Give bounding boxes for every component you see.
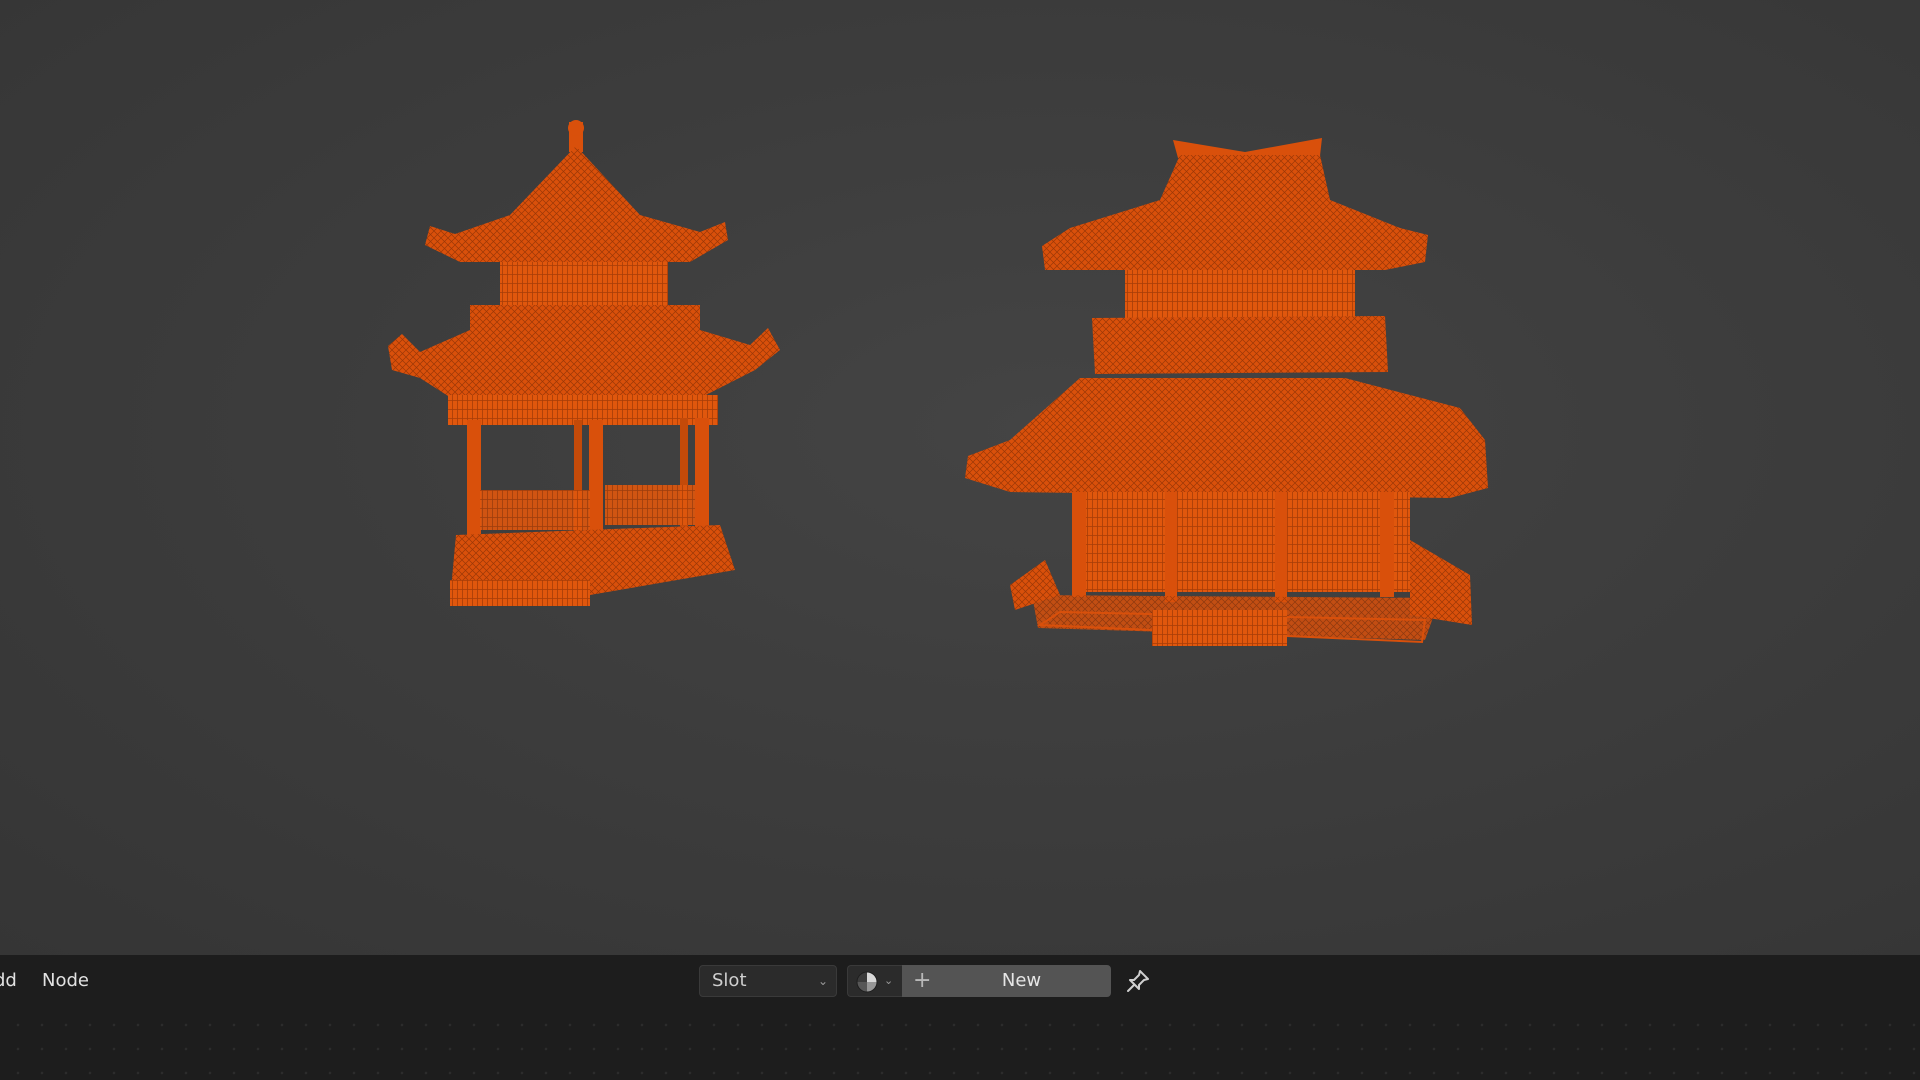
material-sphere-icon xyxy=(856,971,878,993)
node-editor-canvas[interactable] xyxy=(0,1007,1920,1080)
new-material-label: New xyxy=(1001,970,1042,991)
material-browse-button[interactable]: ⌄ xyxy=(847,965,902,997)
slot-dropdown-value: Slot xyxy=(712,970,747,991)
viewport-scene xyxy=(388,120,1488,646)
menu-node[interactable]: Node xyxy=(42,955,89,1007)
pin-icon[interactable] xyxy=(1124,967,1152,995)
chevron-down-icon: ⌄ xyxy=(884,974,894,987)
chevron-down-icon: ⌄ xyxy=(817,974,828,988)
node-editor-header: Add Node Slot ⌄ ⌄ + New xyxy=(0,955,1920,1007)
3d-viewport[interactable] xyxy=(0,0,1920,955)
pagoda-pavilion-object[interactable] xyxy=(388,120,780,606)
slot-dropdown[interactable]: Slot ⌄ xyxy=(699,965,837,997)
two-story-temple-object[interactable] xyxy=(965,138,1488,646)
new-material-button[interactable]: + New xyxy=(902,965,1111,997)
menu-add[interactable]: Add xyxy=(0,955,17,1007)
